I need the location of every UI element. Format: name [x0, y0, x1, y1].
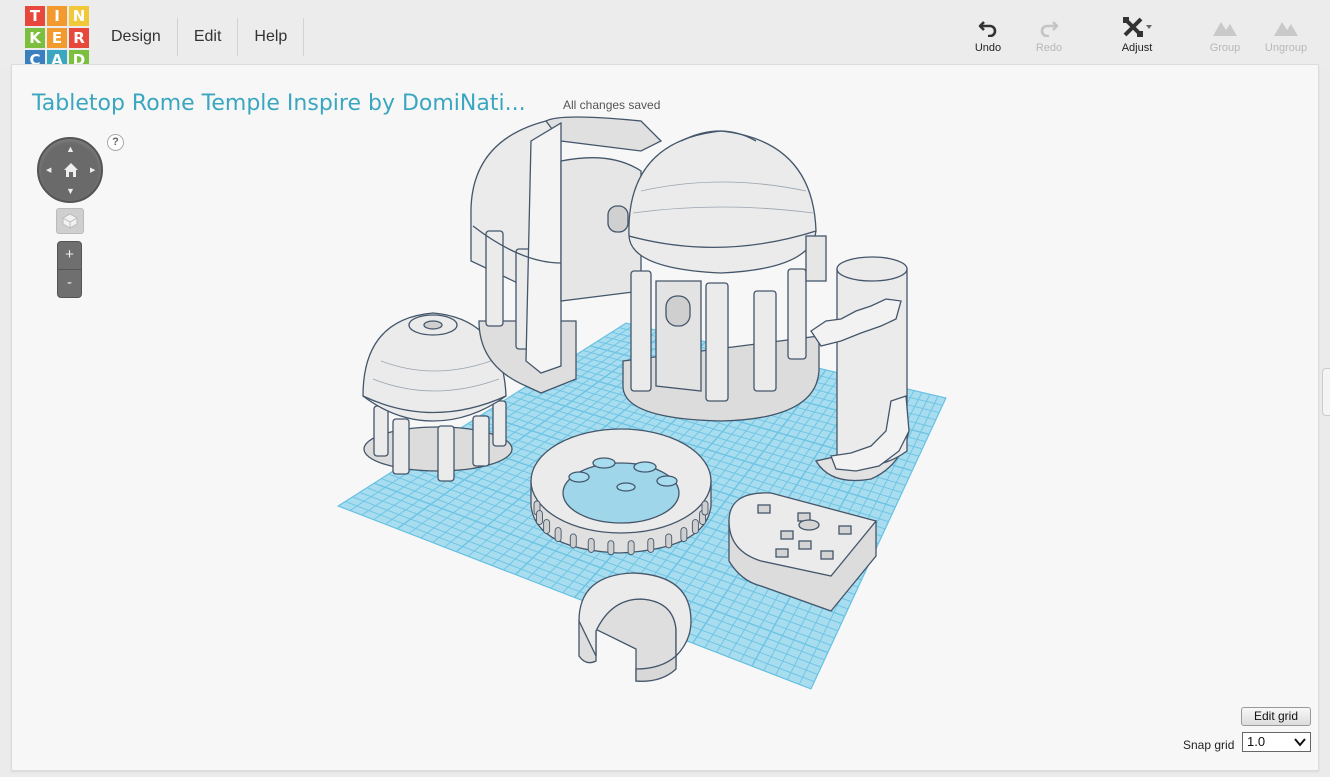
- main-menu: Design Edit Help: [97, 18, 305, 56]
- redo-icon: [1021, 16, 1077, 40]
- c-ring-model[interactable]: [578, 572, 692, 682]
- top-bar: TINKERCAD Design Edit Help Undo Redo Adj…: [0, 0, 1330, 70]
- zoom-control: + -: [57, 241, 82, 298]
- orbit-control[interactable]: ▲ ▼ ◀ ▶: [37, 137, 103, 203]
- ungroup-label: Ungroup: [1264, 42, 1308, 54]
- undo-icon: [960, 16, 1016, 40]
- orbit-down-icon[interactable]: ▼: [66, 187, 75, 196]
- group-button[interactable]: Group: [1197, 16, 1253, 54]
- window-ring-model[interactable]: [530, 428, 712, 556]
- logo-letter: K: [25, 28, 45, 48]
- snap-grid-select[interactable]: 1.0: [1242, 732, 1311, 752]
- logo-letter: T: [25, 6, 45, 26]
- group-icon: [1197, 16, 1253, 40]
- zoom-in-button[interactable]: +: [58, 242, 81, 270]
- menu-help[interactable]: Help: [238, 18, 305, 56]
- temple-right-half-model[interactable]: [622, 130, 827, 422]
- edit-grid-button[interactable]: Edit grid: [1241, 707, 1311, 726]
- adjust-icon: [1109, 16, 1165, 40]
- group-label: Group: [1209, 42, 1241, 54]
- logo-letter: I: [47, 6, 67, 26]
- snap-grid-label: Snap grid: [1183, 738, 1235, 752]
- undo-label: Undo: [974, 42, 1002, 54]
- ungroup-icon: [1258, 16, 1314, 40]
- design-title[interactable]: Tabletop Rome Temple Inspire by DomiNati…: [32, 91, 526, 116]
- ungroup-button[interactable]: Ungroup: [1258, 16, 1314, 54]
- adjust-label: Adjust: [1121, 42, 1153, 54]
- orbit-up-icon[interactable]: ▲: [66, 145, 75, 154]
- logo-letter: R: [69, 28, 89, 48]
- redo-button[interactable]: Redo: [1021, 16, 1077, 54]
- help-button[interactable]: ?: [107, 134, 124, 151]
- orbit-right-icon[interactable]: ▶: [90, 166, 95, 175]
- adjust-button[interactable]: Adjust: [1109, 16, 1165, 54]
- snap-grid-value: 1.0: [1247, 734, 1266, 749]
- side-panel-toggle[interactable]: [1322, 368, 1330, 416]
- menu-edit[interactable]: Edit: [178, 18, 239, 56]
- logo-letter: E: [47, 28, 67, 48]
- menu-design[interactable]: Design: [97, 18, 178, 56]
- redo-label: Redo: [1035, 42, 1063, 54]
- save-status: All changes saved: [563, 98, 661, 112]
- tinkercad-app: TINKERCAD Design Edit Help Undo Redo Adj…: [0, 0, 1330, 777]
- undo-button[interactable]: Undo: [960, 16, 1016, 54]
- 3d-scene[interactable]: [12, 65, 1319, 771]
- tinkercad-logo[interactable]: TINKERCAD: [25, 6, 89, 70]
- zoom-out-button[interactable]: -: [58, 270, 81, 298]
- chevron-down-icon: [1294, 738, 1306, 747]
- workplane-canvas[interactable]: Tabletop Rome Temple Inspire by DomiNati…: [11, 64, 1319, 771]
- view-cube-icon[interactable]: [56, 208, 84, 234]
- orbit-left-icon[interactable]: ◀: [46, 166, 51, 175]
- home-icon[interactable]: [63, 162, 79, 178]
- logo-letter: N: [69, 6, 89, 26]
